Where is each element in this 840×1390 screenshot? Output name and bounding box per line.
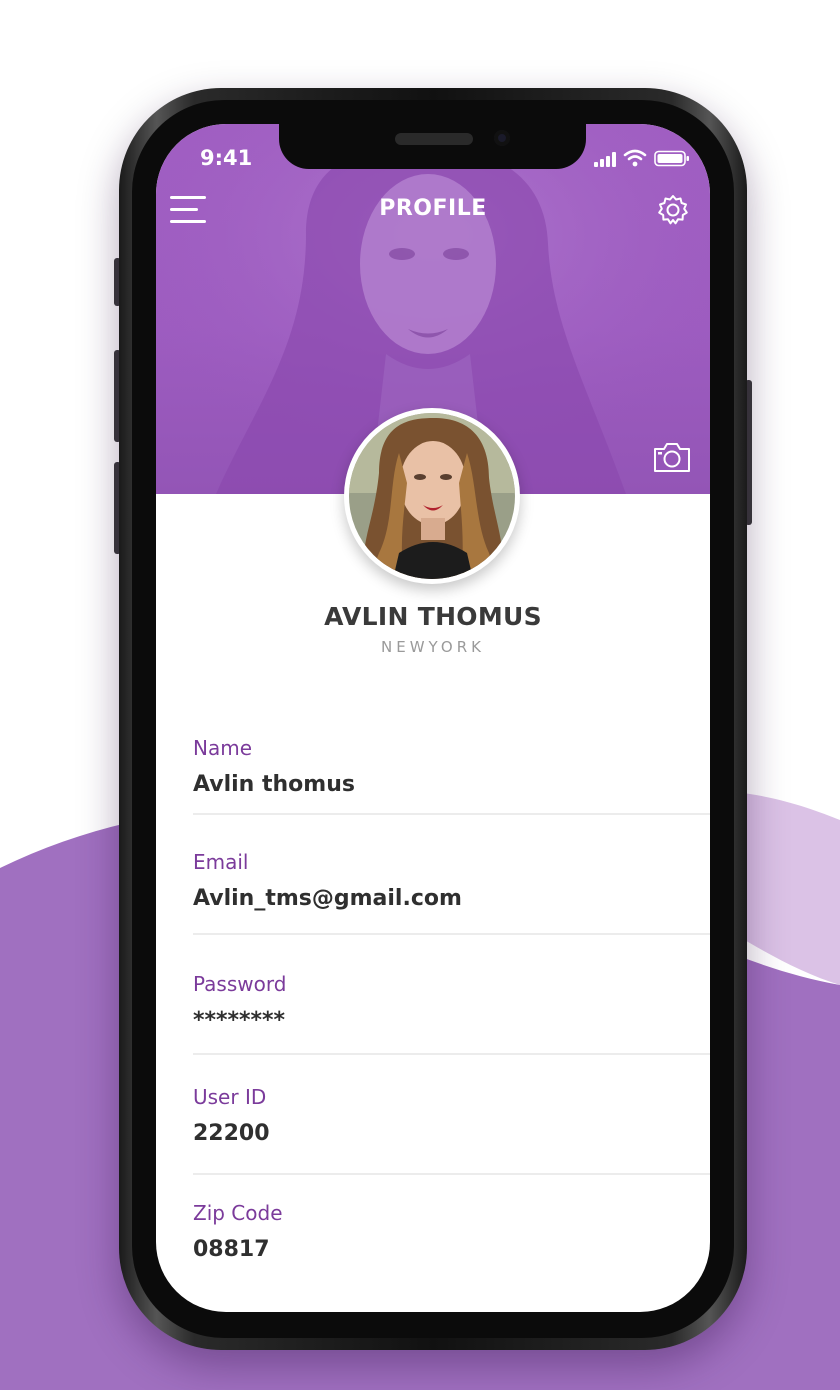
name-field[interactable]: Name Avlin thomus [193, 736, 710, 797]
password-field[interactable]: Password ******** [193, 972, 710, 1033]
profile-avatar[interactable] [344, 408, 520, 584]
zip-code-label: Zip Code [193, 1201, 283, 1225]
divider [193, 813, 710, 815]
camera-icon[interactable] [652, 440, 692, 474]
status-icons [594, 149, 690, 167]
name-value[interactable]: Avlin thomus [193, 772, 710, 797]
divider [193, 933, 710, 935]
profile-name: AVLIN THOMUS [324, 602, 542, 631]
email-field[interactable]: Email Avlin_tms@gmail.com [193, 850, 710, 911]
page-title: PROFILE [379, 196, 487, 221]
zip-code-value[interactable]: 08817 [193, 1237, 710, 1262]
cellular-signal-icon [594, 151, 616, 167]
password-value[interactable]: ******** [193, 1008, 710, 1033]
email-value[interactable]: Avlin_tms@gmail.com [193, 886, 710, 911]
name-label: Name [193, 736, 253, 760]
wifi-icon [623, 149, 647, 167]
zip-code-field[interactable]: Zip Code 08817 [193, 1201, 710, 1262]
earpiece-speaker [395, 133, 473, 145]
avatar-photo [349, 413, 515, 579]
notch [279, 124, 586, 169]
user-id-value[interactable]: 22200 [193, 1121, 710, 1146]
user-id-field[interactable]: User ID 22200 [193, 1085, 710, 1146]
front-camera [494, 130, 510, 146]
battery-icon [654, 150, 689, 167]
gear-icon[interactable] [656, 193, 690, 227]
divider [193, 1053, 710, 1055]
status-time: 9:41 [200, 146, 253, 170]
email-label: Email [193, 850, 249, 874]
profile-location: NEWYORK [381, 638, 485, 656]
user-id-label: User ID [193, 1085, 267, 1109]
divider [193, 1173, 710, 1175]
phone-screen: 9:41 PROFILE AVLIN THOMUS NEWYORK Name A… [156, 124, 710, 1312]
password-label: Password [193, 972, 287, 996]
